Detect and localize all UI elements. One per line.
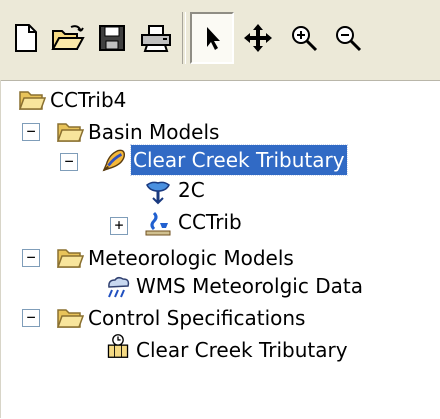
tree-border: [0, 80, 1, 418]
print-icon: [141, 25, 171, 52]
tree-node-label-root[interactable]: CCTrib4: [48, 85, 128, 115]
toolbar-separator: [182, 12, 186, 64]
tree-node-label-control-clear-creek[interactable]: Clear Creek Tributary: [134, 335, 350, 365]
save-icon: [99, 25, 125, 51]
open-button[interactable]: [48, 14, 88, 62]
expander-met-models[interactable]: −: [22, 249, 40, 267]
calendar-clock-icon: [107, 334, 129, 358]
zoom-in-button[interactable]: [284, 14, 324, 62]
pan-icon: [244, 24, 272, 52]
zoom-out-button[interactable]: [328, 14, 368, 62]
watershed-explorer-tree[interactable]: CCTrib4 − Basin Models − Clear Creek Tri…: [0, 80, 440, 419]
new-file-icon: [15, 24, 37, 52]
folder-open-icon: [56, 123, 84, 142]
expander-clear-creek-basin[interactable]: −: [60, 153, 78, 171]
select-arrow-icon: [207, 27, 220, 50]
print-button[interactable]: [136, 14, 176, 62]
subbasin-icon: [146, 181, 170, 205]
tree-node-label-cctrib[interactable]: CCTrib: [176, 207, 244, 237]
new-button[interactable]: [6, 14, 46, 62]
tree-node-label-clear-creek-basin[interactable]: Clear Creek Tributary: [130, 144, 348, 176]
save-button[interactable]: [92, 14, 132, 62]
pan-tool-button[interactable]: [238, 14, 278, 62]
tree-node-label-2c[interactable]: 2C: [176, 175, 207, 205]
expander-cctrib[interactable]: +: [110, 217, 128, 235]
zoom-out-icon: [336, 26, 362, 52]
basin-model-icon: [102, 149, 126, 172]
expander-basin-models[interactable]: −: [22, 123, 40, 141]
tree-node-label-met-models[interactable]: Meteorologic Models: [86, 243, 296, 273]
tree-node-label-control-specs[interactable]: Control Specifications: [86, 303, 307, 333]
select-tool-button[interactable]: [190, 12, 234, 64]
tree-node-label-basin-models[interactable]: Basin Models: [86, 117, 221, 147]
folder-open-icon: [18, 91, 46, 110]
expander-control-specs[interactable]: −: [22, 309, 40, 327]
zoom-in-icon: [292, 26, 318, 52]
folder-open-icon: [56, 309, 84, 328]
meteorologic-icon: [108, 276, 130, 298]
tree-node-label-wms-met[interactable]: WMS Meteorolgic Data: [134, 271, 365, 301]
open-folder-icon: [51, 25, 85, 50]
folder-open-icon: [56, 249, 84, 268]
reach-icon: [145, 211, 171, 236]
toolbar: [0, 0, 440, 80]
